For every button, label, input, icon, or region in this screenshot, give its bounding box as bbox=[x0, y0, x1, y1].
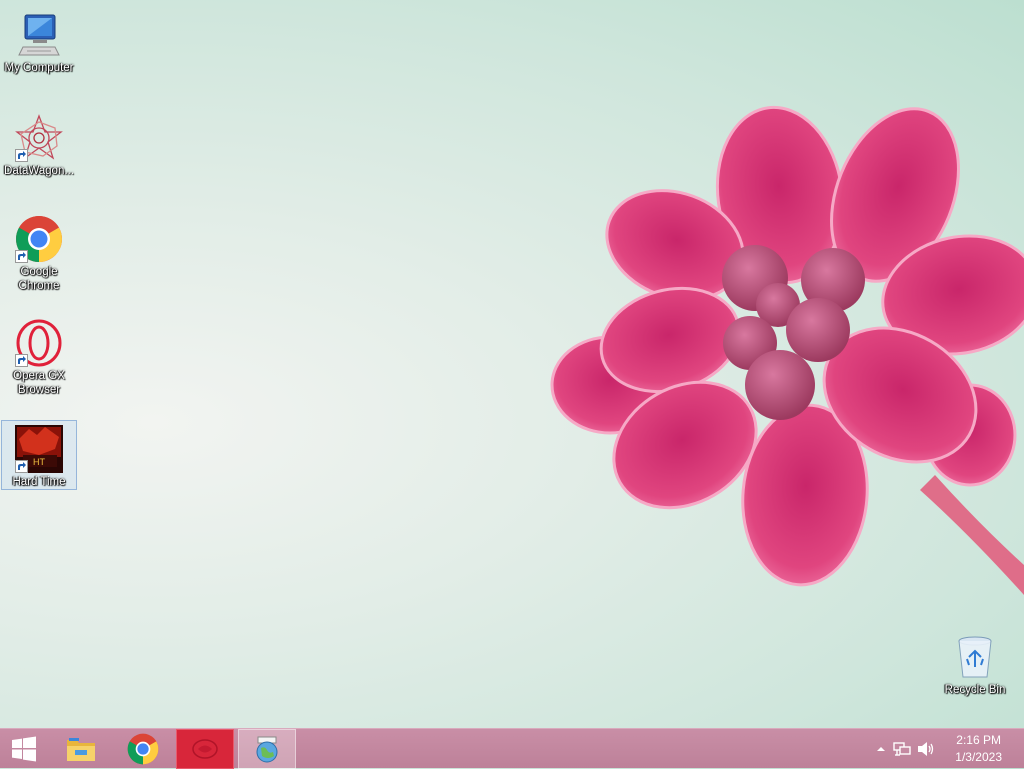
desktop-icon-opera-gx[interactable]: Opera GX Browser bbox=[1, 314, 77, 398]
hard-time-app-icon bbox=[192, 739, 218, 759]
opera-gx-icon bbox=[15, 319, 63, 367]
recycle-bin-icon bbox=[951, 633, 999, 681]
desktop-icon-hard-time[interactable]: HT Hard Time bbox=[1, 420, 77, 490]
hard-time-icon: HT bbox=[15, 425, 63, 473]
shortcut-arrow-icon bbox=[15, 354, 28, 367]
wallpaper-flower bbox=[550, 105, 1024, 595]
volume-icon[interactable] bbox=[914, 741, 938, 757]
taskbar-chrome[interactable] bbox=[114, 729, 172, 769]
computer-icon bbox=[15, 11, 63, 59]
desktop-icon-google-chrome[interactable]: Google Chrome bbox=[1, 210, 77, 294]
taskbar-hard-time[interactable] bbox=[176, 729, 234, 769]
desktop-icon-my-computer[interactable]: My Computer bbox=[1, 6, 77, 76]
network-icon[interactable] bbox=[890, 741, 914, 757]
desktop-icon-recycle-bin[interactable]: Recycle Bin bbox=[937, 628, 1013, 698]
clock-date: 1/3/2023 bbox=[955, 750, 1002, 764]
windows-start-icon bbox=[12, 736, 36, 762]
taskbar-clock[interactable]: 2:16 PM 1/3/2023 bbox=[955, 732, 1002, 766]
file-explorer-icon bbox=[67, 738, 95, 761]
installer-globe-icon bbox=[256, 736, 278, 763]
desktop-icon-datawagon[interactable]: DataWagon... bbox=[1, 109, 77, 179]
desktop[interactable]: My Computer DataWagon... Google Chrome O… bbox=[0, 0, 1024, 728]
shortcut-arrow-icon bbox=[15, 149, 28, 162]
clock-time: 2:16 PM bbox=[956, 733, 1001, 747]
taskbar-installer[interactable] bbox=[238, 729, 296, 769]
chrome-icon bbox=[15, 215, 63, 263]
start-button[interactable] bbox=[0, 729, 48, 769]
svg-text:HT: HT bbox=[33, 457, 45, 467]
taskbar: 2:16 PM 1/3/2023 bbox=[0, 728, 1024, 769]
system-tray bbox=[872, 729, 938, 769]
chrome-icon bbox=[127, 733, 159, 765]
shortcut-arrow-icon bbox=[15, 460, 28, 473]
datawagon-icon bbox=[15, 114, 63, 162]
taskbar-file-explorer[interactable] bbox=[52, 729, 110, 769]
chevron-up-icon[interactable] bbox=[872, 745, 890, 753]
shortcut-arrow-icon bbox=[15, 250, 28, 263]
